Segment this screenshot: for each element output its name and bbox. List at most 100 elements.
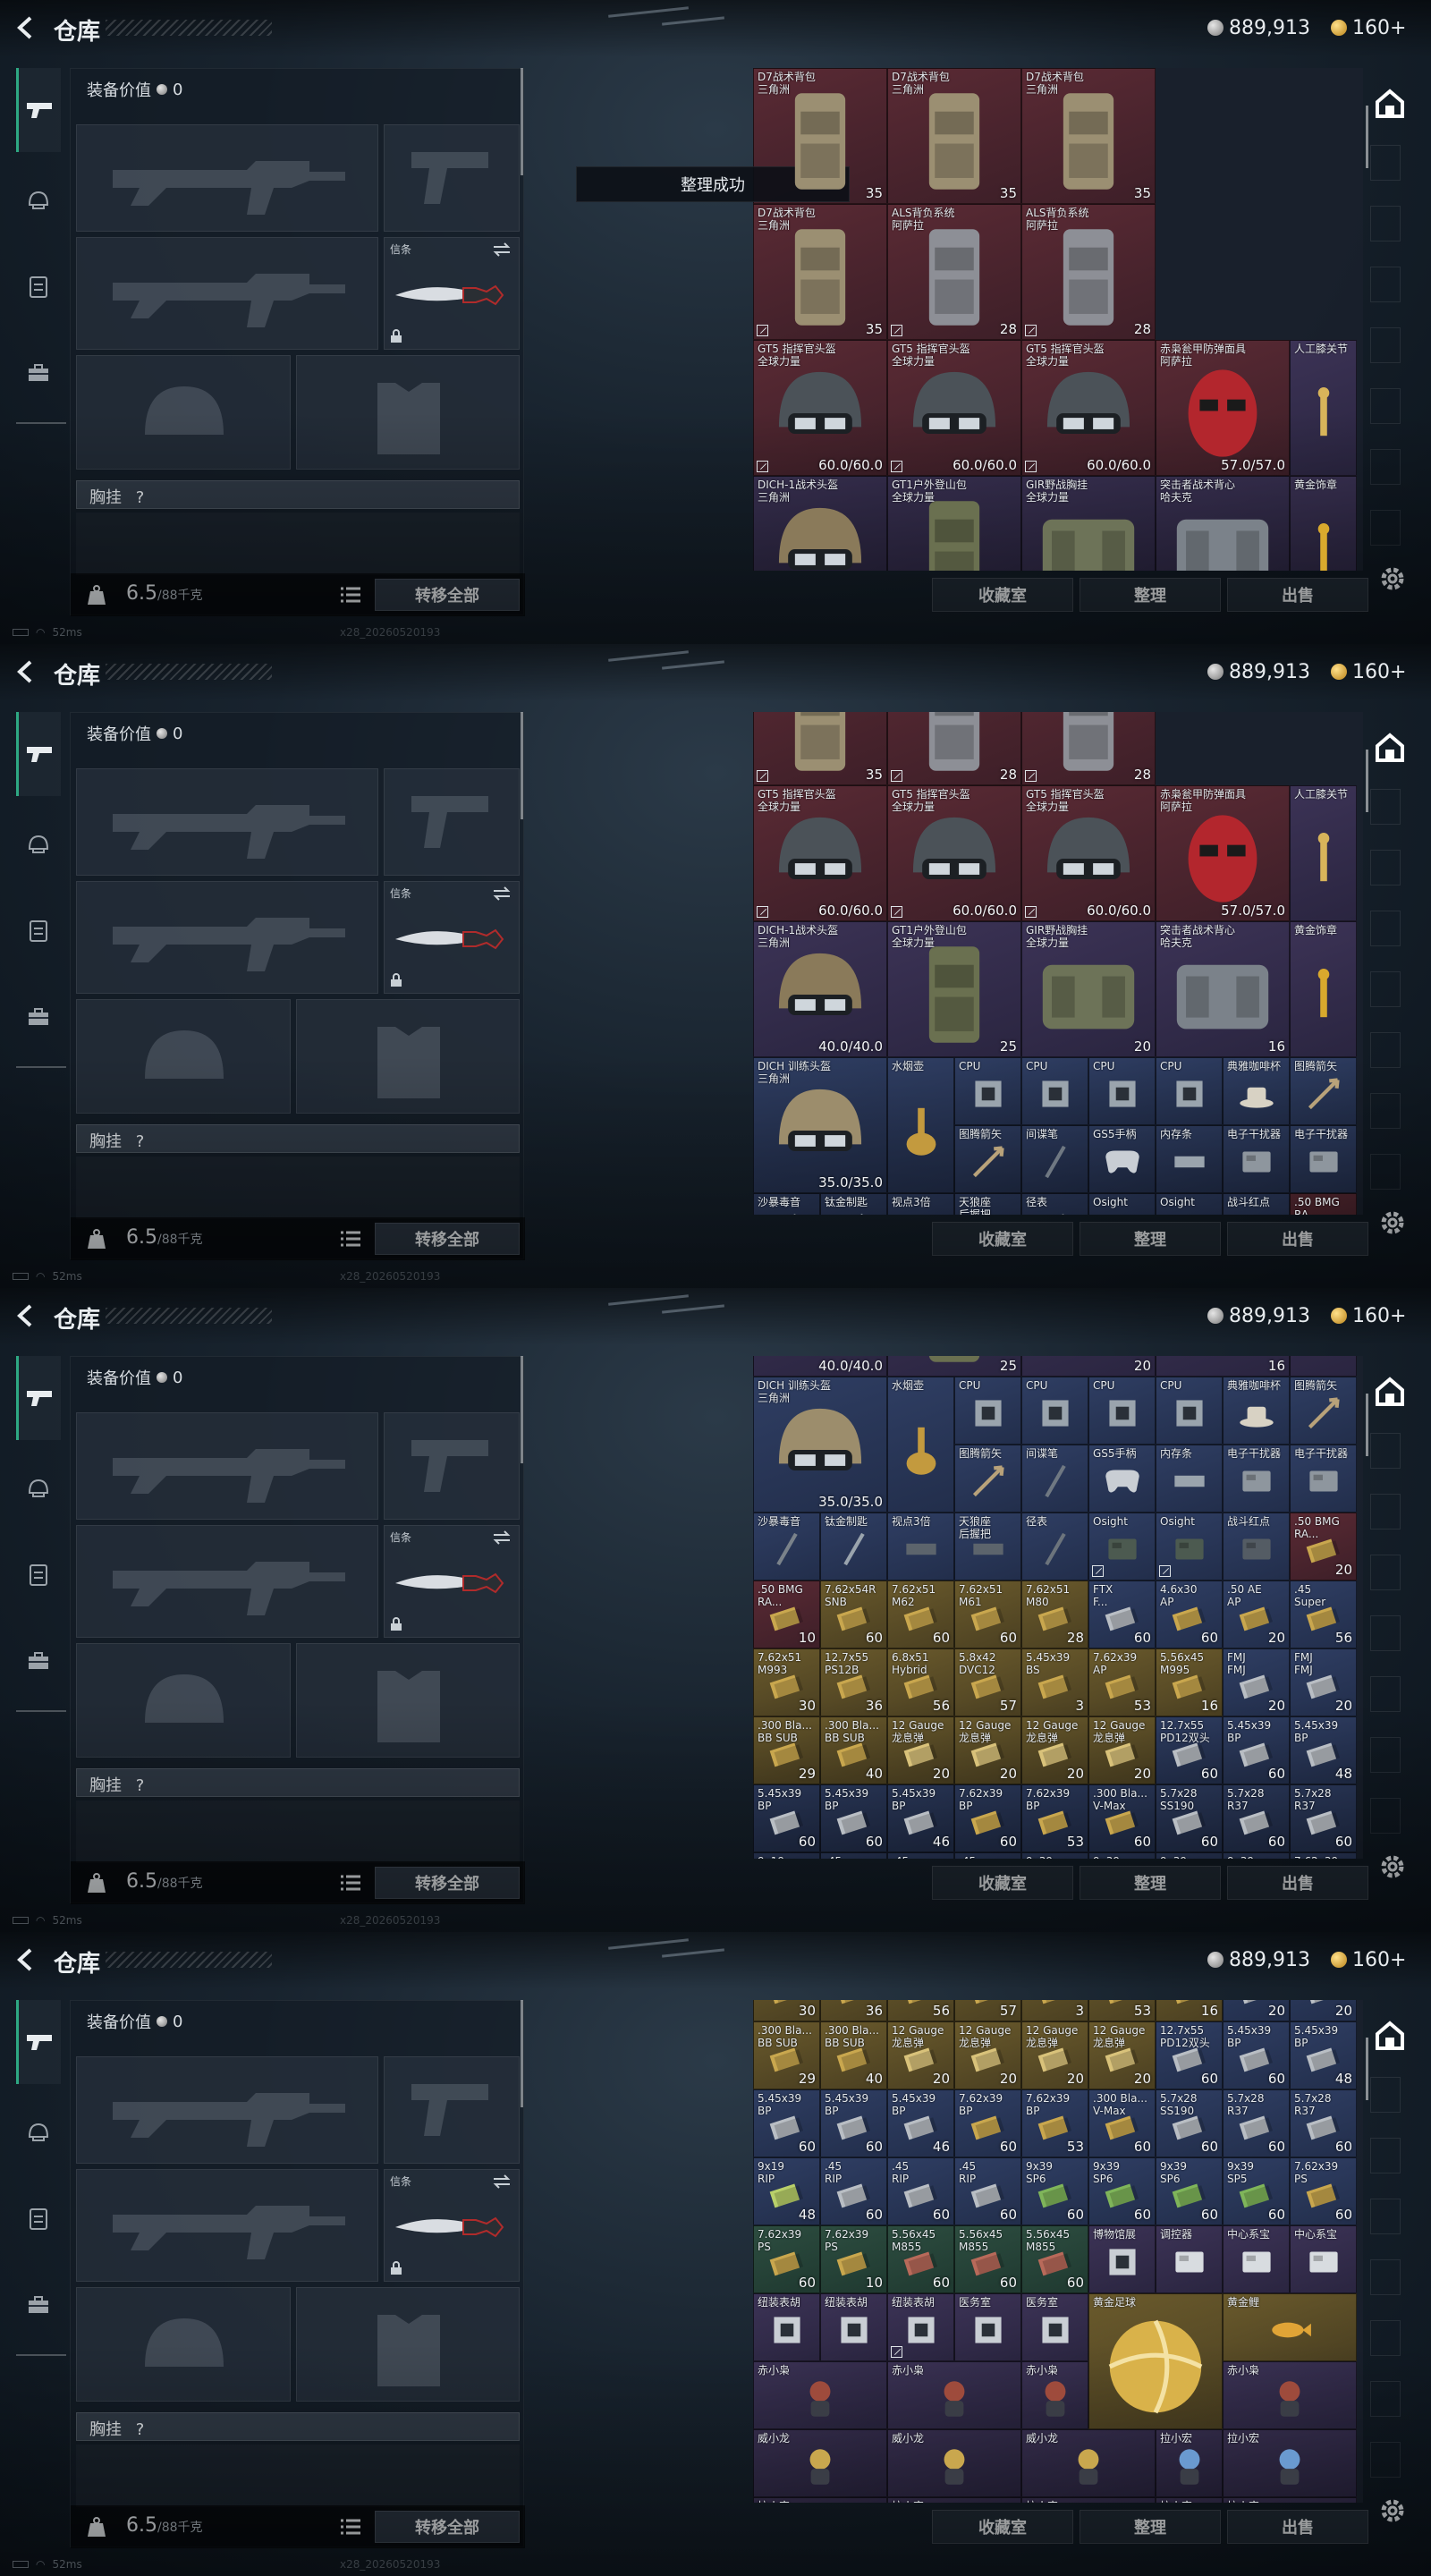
inventory-item[interactable]: 中心系宝: [1223, 2225, 1290, 2293]
inventory-item[interactable]: 5.45x39 BP 60: [820, 2089, 887, 2157]
inventory-item[interactable]: GS5手柄: [1088, 1445, 1156, 1513]
inventory-item[interactable]: CPU: [1021, 1057, 1088, 1125]
inventory-item[interactable]: DICH 训练头盔 三角洲 35.0/35.0: [753, 1057, 887, 1193]
inventory-item[interactable]: 视点3倍: [887, 1513, 954, 1580]
helmet-slot[interactable]: [76, 999, 291, 1114]
inventory-item[interactable]: 12.7x55 PS12B 36: [820, 1648, 887, 1716]
storage-tab[interactable]: [1370, 1433, 1401, 1469]
inventory-item[interactable]: 9x39 SP660: [1088, 2157, 1156, 2225]
inventory-item[interactable]: 5.45x39 BS3: [1021, 2000, 1088, 2021]
inventory-item[interactable]: GS5手柄: [1088, 1125, 1156, 1193]
inventory-item[interactable]: Osight: [1088, 1513, 1156, 1580]
inventory-item[interactable]: 内存条: [1156, 1125, 1223, 1193]
inventory-item[interactable]: 5.45x39 BS3: [1021, 1648, 1088, 1716]
inventory-item[interactable]: 5.45x39 BP 60: [753, 2089, 820, 2157]
inventory-item[interactable]: D7战术背包 三角洲35: [753, 712, 887, 785]
chest-rig-slot[interactable]: 胸挂 ?: [76, 1768, 520, 1797]
storage-tab[interactable]: [1370, 2077, 1401, 2113]
inventory-item[interactable]: 5.45x39 BP 60: [753, 1784, 820, 1852]
inventory-item[interactable]: .300 Bla... V-Max 60: [1088, 1784, 1156, 1852]
storage-tab[interactable]: [1370, 1032, 1401, 1068]
inventory-item[interactable]: .50 AE AP 20: [1223, 1580, 1290, 1648]
sidearm-slot[interactable]: [384, 1412, 520, 1520]
inventory-item[interactable]: FMJ FMJ20: [1223, 2000, 1290, 2021]
transfer-all-button[interactable]: 转移全部: [375, 2511, 520, 2543]
inventory-item[interactable]: 9x39 SP660: [1088, 1852, 1156, 1859]
inventory-item[interactable]: .45 RIP60: [820, 2157, 887, 2225]
equipment-scrollbar[interactable]: [521, 2000, 523, 2107]
storage-tab[interactable]: [1370, 449, 1401, 485]
inventory-item[interactable]: 拉小宏: [1156, 2429, 1223, 2497]
inventory-item[interactable]: CPU: [954, 1377, 1021, 1445]
inventory-item[interactable]: Osight: [1088, 1193, 1156, 1215]
inventory-item[interactable]: .45 RIP60: [887, 2157, 954, 2225]
inventory-item[interactable]: 7.62x39 BP 60: [954, 2089, 1021, 2157]
inventory-item[interactable]: 5.7x28 R37 60: [1290, 1784, 1357, 1852]
storage-tab[interactable]: [1370, 1555, 1401, 1590]
inventory-item[interactable]: 典雅咖啡杯: [1223, 1057, 1290, 1125]
list-icon[interactable]: [341, 1874, 360, 1892]
inventory-item[interactable]: 5.45x39 BP 48: [1290, 2021, 1357, 2089]
helmet-slot[interactable]: [76, 1643, 291, 1758]
inventory-item[interactable]: 威小龙: [887, 2429, 1021, 2497]
settings-gear-icon[interactable]: [1377, 564, 1408, 594]
inventory-item[interactable]: GT5 指挥官头盔 全球力量 60.0/60.0: [887, 785, 1021, 921]
inventory-item[interactable]: 战斗红点: [1223, 1513, 1290, 1580]
storage-tab[interactable]: [1370, 2320, 1401, 2356]
chest-rig-slot[interactable]: 胸挂 ?: [76, 2412, 520, 2441]
inventory-item[interactable]: 钛金制匙: [820, 1193, 887, 1215]
inventory-item[interactable]: GT1户外登山包 全球力量25: [887, 476, 1021, 571]
sell-button[interactable]: 出售: [1227, 1222, 1368, 1256]
storage-tab[interactable]: [1370, 145, 1401, 181]
inventory-item[interactable]: 6.8x51 Hybrid 56: [887, 1648, 954, 1716]
inventory-item[interactable]: 9x19 RIP 48: [753, 2157, 820, 2225]
inventory-item[interactable]: 拉小宏: [1223, 2497, 1357, 2503]
inventory-item[interactable]: .300 Bla... BB SUB 40: [820, 2021, 887, 2089]
warehouse-home-icon[interactable]: [1372, 1374, 1408, 1410]
armor-slot[interactable]: [296, 2287, 520, 2402]
inventory-item[interactable]: .45 RIP60: [887, 1852, 954, 1859]
sidebar-tab-weapons[interactable]: [16, 1356, 61, 1440]
inventory-item[interactable]: GIR野战胸挂 全球力量20: [1021, 1356, 1156, 1377]
storage-tab[interactable]: [1370, 2138, 1401, 2174]
secondary-weapon-slot[interactable]: [76, 881, 378, 994]
inventory-item[interactable]: 4.6x30 AP 60: [1156, 1580, 1223, 1648]
secondary-weapon-slot[interactable]: [76, 1525, 378, 1638]
sidearm-slot[interactable]: [384, 124, 520, 232]
inventory-item[interactable]: 12 Gauge 龙息弹 20: [954, 1716, 1021, 1784]
inventory-item[interactable]: FMJ FMJ20: [1223, 1648, 1290, 1716]
sidebar-tab-vest[interactable]: [16, 1553, 61, 1597]
inventory-item[interactable]: 7.62x39 AP 53: [1088, 1648, 1156, 1716]
helmet-slot[interactable]: [76, 2287, 291, 2402]
inventory-item[interactable]: 12.7x55 PD12双头 60: [1156, 2021, 1223, 2089]
silver-currency[interactable]: 889,913: [1207, 14, 1310, 41]
collection-room-button[interactable]: 收藏室: [932, 2510, 1073, 2544]
gold-currency[interactable]: 160+: [1331, 14, 1406, 41]
inventory-item[interactable]: 间谍笔: [1021, 1445, 1088, 1513]
sidebar-tab-weapons[interactable]: [16, 712, 61, 796]
sidearm-slot[interactable]: [384, 2056, 520, 2164]
inventory-item[interactable]: ALS背负系统 阿萨拉 28: [1021, 204, 1156, 340]
inventory-item[interactable]: 5.45x39 BP 46: [887, 2089, 954, 2157]
primary-weapon-slot[interactable]: [76, 768, 378, 876]
primary-weapon-slot[interactable]: [76, 1412, 378, 1520]
inventory-item[interactable]: CPU: [954, 1057, 1021, 1125]
inventory-item[interactable]: 7.62x51 M993 30: [753, 1648, 820, 1716]
inventory-item[interactable]: 5.45x39 BP 60: [1223, 2021, 1290, 2089]
inventory-item[interactable]: 人工膝关节: [1290, 340, 1357, 476]
gold-currency[interactable]: 160+: [1331, 1302, 1406, 1329]
inventory-item[interactable]: CPU: [1088, 1057, 1156, 1125]
inventory-item[interactable]: 沙暴毒音: [753, 1513, 820, 1580]
inventory-item[interactable]: 12 Gauge 龙息弹 20: [1021, 2021, 1088, 2089]
inventory-item[interactable]: 赤枭瓮甲防弹面具 阿萨拉 57.0/57.0: [1156, 785, 1290, 921]
settings-gear-icon[interactable]: [1377, 1208, 1408, 1238]
settings-gear-icon[interactable]: [1377, 2496, 1408, 2526]
inventory-item[interactable]: D7战术背包 三角洲35: [753, 68, 887, 204]
inventory-item[interactable]: 7.62x54R SNB 60: [820, 1580, 887, 1648]
sell-button[interactable]: 出售: [1227, 578, 1368, 612]
inventory-item[interactable]: CPU: [1088, 1377, 1156, 1445]
sidebar-tab-weapons[interactable]: [16, 68, 61, 152]
inventory-item[interactable]: 7.62x39 PS 60: [1290, 2157, 1357, 2225]
inventory-item[interactable]: D7战术背包 三角洲35: [887, 68, 1021, 204]
sidebar-tab-helmet[interactable]: [16, 1467, 61, 1512]
